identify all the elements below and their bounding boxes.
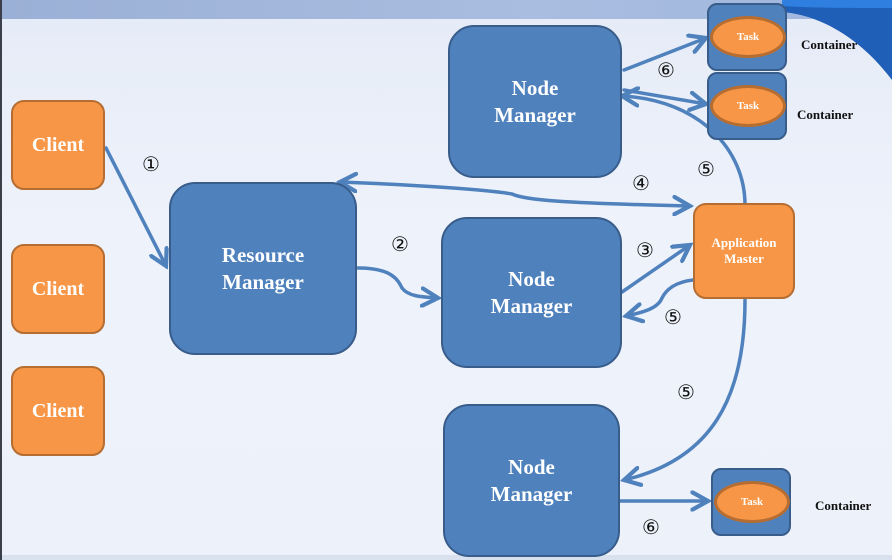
resource-manager-box[interactable]: Resource Manager <box>169 182 357 355</box>
client-box[interactable]: Client <box>11 244 105 334</box>
node-manager-label-line2: Manager <box>494 102 576 127</box>
container-label: Container <box>801 37 858 52</box>
client-box[interactable]: Client <box>11 366 105 456</box>
task-ellipse[interactable]: Task <box>714 481 790 523</box>
task-label: Task <box>736 31 760 43</box>
arrow-appmaster-to-nodemanager-mid <box>626 278 695 316</box>
node-manager-middle[interactable]: Node Manager <box>441 217 622 368</box>
step-4-marker: ④ <box>632 171 650 195</box>
container-label: Container <box>815 498 872 513</box>
step-2-marker: ② <box>391 232 409 256</box>
task-ellipse[interactable]: Task <box>710 16 786 58</box>
arrow-rm-to-nodemanager <box>356 266 438 298</box>
task-ellipse[interactable]: Task <box>710 85 786 127</box>
node-manager-label-line1: Node <box>508 455 555 480</box>
node-manager-label-line2: Manager <box>490 293 573 318</box>
application-master-box[interactable]: Application Master <box>693 203 795 299</box>
arrow-nodemanager-to-appmaster <box>620 245 690 294</box>
step-5-marker: ⑤ <box>677 380 695 404</box>
container-box[interactable]: Task <box>707 72 787 140</box>
client-label: Client <box>31 277 85 300</box>
container-box[interactable]: Task <box>707 3 787 71</box>
container-box[interactable]: Task <box>711 468 791 536</box>
node-manager-label-line1: Node <box>511 76 559 101</box>
application-master-label-line1: Application <box>711 234 777 250</box>
application-master-label-line2: Master <box>724 251 764 266</box>
step-5-marker: ⑤ <box>697 157 715 181</box>
resource-manager-label-line2: Manager <box>222 269 304 294</box>
step-6-marker: ⑥ <box>642 515 660 539</box>
resource-manager-label-line1: Resource <box>221 243 305 268</box>
step-1-marker: ① <box>142 152 160 176</box>
node-manager-label-line2: Manager <box>490 481 573 506</box>
client-box[interactable]: Client <box>11 100 105 190</box>
step-3-marker: ③ <box>636 238 654 262</box>
container-label: Container <box>797 107 854 122</box>
task-label: Task <box>736 100 760 112</box>
step-6-marker: ⑥ <box>657 58 675 82</box>
node-manager-bottom[interactable]: Node Manager <box>443 404 620 557</box>
client-label: Client <box>31 133 85 156</box>
client-label: Client <box>31 399 85 422</box>
node-manager-top[interactable]: Node Manager <box>448 25 622 178</box>
step-5-marker: ⑤ <box>664 305 682 329</box>
task-label: Task <box>740 496 764 508</box>
node-manager-label-line1: Node <box>508 267 555 292</box>
